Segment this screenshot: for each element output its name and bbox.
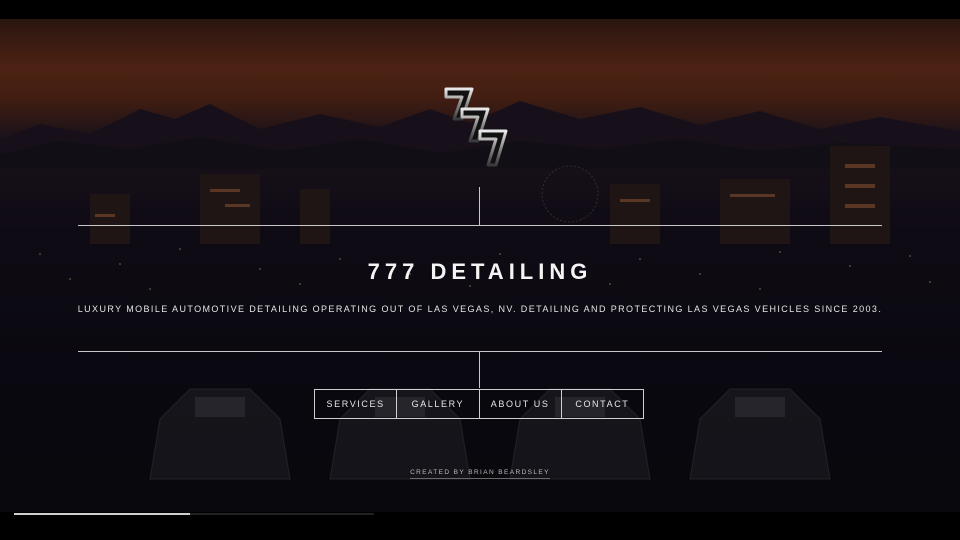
divider-vertical-top [479, 187, 480, 225]
main-nav: SERVICES GALLERY ABOUT US CONTACT [314, 389, 644, 419]
nav-about-button[interactable]: ABOUT US [480, 390, 562, 418]
triple-seven-logo-icon[interactable] [440, 85, 516, 169]
nav-gallery-button[interactable]: GALLERY [397, 390, 480, 418]
site-tagline: LUXURY MOBILE AUTOMOTIVE DETAILING OPERA… [77, 304, 883, 314]
nav-contact-button[interactable]: CONTACT [562, 390, 643, 418]
video-progress-bar[interactable] [14, 513, 374, 515]
divider-horizontal-top [78, 225, 882, 226]
credit-link[interactable]: CREATED BY BRIAN BEARDSLEY [410, 469, 550, 479]
divider-horizontal-bottom [78, 351, 882, 352]
letterbox-bottom [0, 512, 960, 540]
video-progress-fill [14, 513, 191, 515]
site-title: 777 DETAILING [367, 259, 593, 284]
letterbox-top [0, 0, 960, 19]
hero-background: 777 DETAILING LUXURY MOBILE AUTOMOTIVE D… [0, 19, 960, 512]
divider-vertical-bottom [479, 352, 480, 388]
footer-credit: CREATED BY BRIAN BEARDSLEY [0, 461, 960, 479]
nav-services-button[interactable]: SERVICES [315, 390, 398, 418]
